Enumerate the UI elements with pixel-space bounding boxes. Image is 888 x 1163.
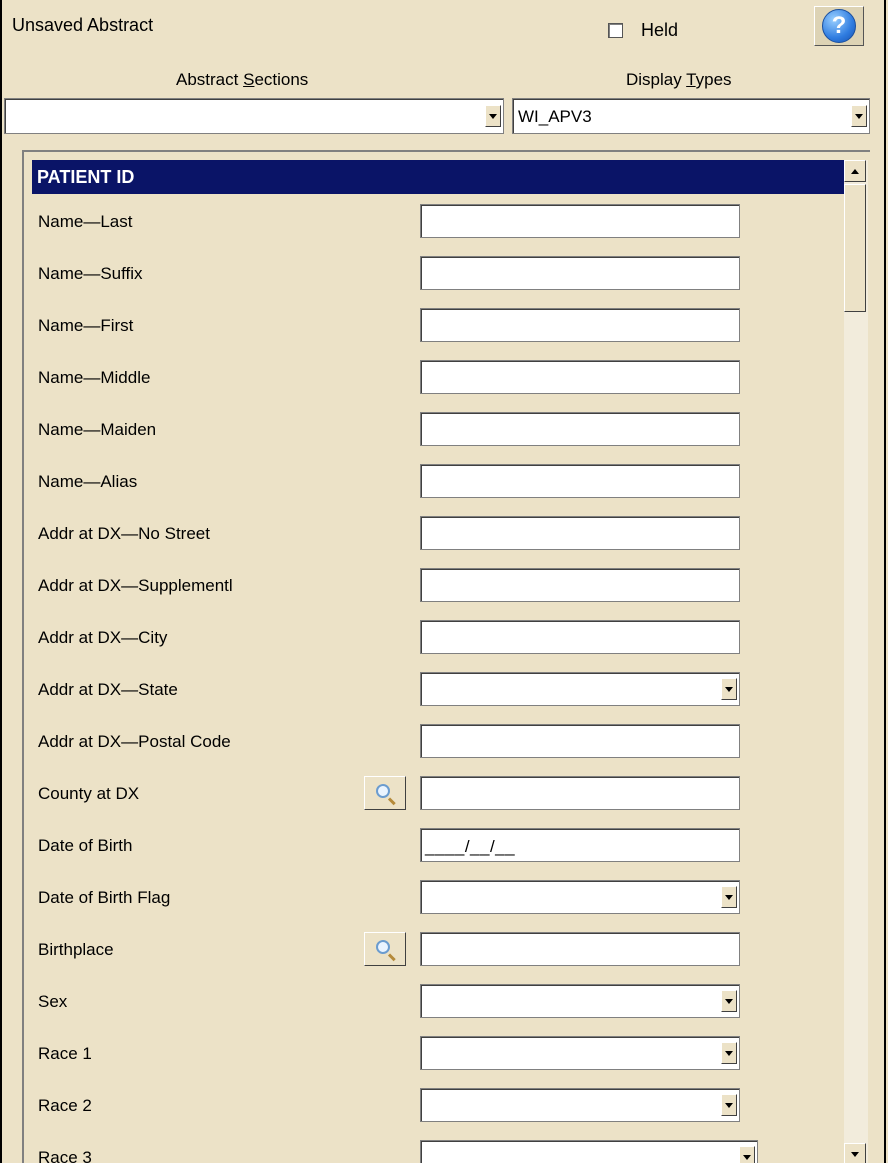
- lookup-button[interactable]: [364, 776, 406, 810]
- display-types-label: Display Types: [626, 70, 732, 89]
- field-row-race-1: Race 1: [24, 1028, 844, 1080]
- field-label: Name—Last: [38, 212, 133, 231]
- scroll-up-button[interactable]: [844, 160, 866, 182]
- race-3-select[interactable]: [420, 1140, 758, 1163]
- magnifier-icon: [376, 940, 390, 954]
- field-label: Date of Birth: [38, 836, 133, 855]
- name-last-input[interactable]: [420, 204, 740, 238]
- field-row-name-suffix: Name—Suffix: [24, 248, 844, 300]
- abstract-sections-label: Abstract Sections: [176, 70, 309, 89]
- abstract-panel: PATIENT ID Name—Last Name—Suffix Name—Firs…: [22, 150, 870, 1163]
- sex-select[interactable]: [420, 984, 740, 1018]
- field-row-addr-at-dx-postal-code: Addr at DX—Postal Code: [24, 716, 844, 768]
- field-row-addr-at-dx-state: Addr at DX—State: [24, 664, 844, 716]
- section-header: PATIENT ID: [32, 160, 844, 194]
- held-checkbox-box[interactable]: [608, 23, 623, 38]
- name-middle-input[interactable]: [420, 360, 740, 394]
- addr-at-dx-no-street-input[interactable]: [420, 516, 740, 550]
- field-label: Addr at DX—City: [38, 628, 168, 647]
- addr-at-dx-city-input[interactable]: [420, 620, 740, 654]
- chevron-down-icon[interactable]: [485, 105, 501, 127]
- field-row-name-maiden: Name—Maiden: [24, 404, 844, 456]
- field-row-birthplace: Birthplace: [24, 924, 844, 976]
- field-label: Date of Birth Flag: [38, 888, 171, 907]
- field-label: Race 3: [38, 1148, 92, 1163]
- field-row-name-first: Name—First: [24, 300, 844, 352]
- scroll-thumb[interactable]: [844, 184, 866, 312]
- chevron-down-icon[interactable]: [721, 1094, 737, 1116]
- chevron-down-icon[interactable]: [739, 1146, 755, 1163]
- field-row-name-last: Name—Last: [24, 196, 844, 248]
- held-label: Held: [641, 20, 679, 40]
- field-label: Addr at DX—Supplementl: [38, 576, 233, 595]
- chevron-down-icon[interactable]: [721, 990, 737, 1012]
- birthplace-input[interactable]: [420, 932, 740, 966]
- field-row-race-2: Race 2: [24, 1080, 844, 1132]
- field-label: Name—Alias: [38, 472, 138, 491]
- chevron-down-icon[interactable]: [721, 678, 737, 700]
- date-of-birth-flag-select[interactable]: [420, 880, 740, 914]
- window-frame: Unsaved Abstract Held ? Abstract Section…: [0, 0, 886, 1163]
- field-row-sex: Sex: [24, 976, 844, 1028]
- field-label: Addr at DX—Postal Code: [38, 732, 231, 751]
- field-row-name-middle: Name—Middle: [24, 352, 844, 404]
- field-label: Name—Middle: [38, 368, 151, 387]
- date-of-birth-input[interactable]: ____/__/__: [420, 828, 740, 862]
- county-at-dx-input[interactable]: [420, 776, 740, 810]
- field-row-date-of-birth-flag: Date of Birth Flag: [24, 872, 844, 924]
- chevron-down-icon[interactable]: [851, 105, 867, 127]
- field-label: Name—First: [38, 316, 134, 335]
- field-label: Addr at DX—No Street: [38, 524, 210, 543]
- help-button[interactable]: ?: [814, 6, 864, 46]
- field-label: Birthplace: [38, 940, 114, 959]
- field-row-county-at-dx: County at DX: [24, 768, 844, 820]
- field-row-date-of-birth: Date of Birth ____/__/__: [24, 820, 844, 872]
- field-label: County at DX: [38, 784, 140, 803]
- chevron-down-icon[interactable]: [721, 1042, 737, 1064]
- addr-at-dx-supplementl-input[interactable]: [420, 568, 740, 602]
- field-label: Name—Suffix: [38, 264, 143, 283]
- field-label: Sex: [38, 992, 68, 1011]
- abstract-sections-select[interactable]: [4, 98, 504, 134]
- field-label: Addr at DX—State: [38, 680, 178, 699]
- name-first-input[interactable]: [420, 308, 740, 342]
- field-value: ____/__/__: [425, 837, 516, 856]
- held-checkbox[interactable]: Held: [608, 20, 678, 41]
- name-maiden-input[interactable]: [420, 412, 740, 446]
- field-label: Name—Maiden: [38, 420, 157, 439]
- addr-at-dx-postal-code-input[interactable]: [420, 724, 740, 758]
- scroll-down-button[interactable]: [844, 1143, 866, 1163]
- race-2-select[interactable]: [420, 1088, 740, 1122]
- field-row-addr-at-dx-supplementl: Addr at DX—Supplementl: [24, 560, 844, 612]
- display-types-value: WI_APV3: [518, 107, 592, 126]
- chevron-down-icon[interactable]: [721, 886, 737, 908]
- lookup-button[interactable]: [364, 932, 406, 966]
- field-row-race-3: Race 3: [24, 1132, 844, 1163]
- display-types-select[interactable]: WI_APV3: [512, 98, 870, 134]
- name-alias-input[interactable]: [420, 464, 740, 498]
- magnifier-icon: [376, 784, 390, 798]
- field-row-addr-at-dx-no-street: Addr at DX—No Street: [24, 508, 844, 560]
- field-row-addr-at-dx-city: Addr at DX—City: [24, 612, 844, 664]
- race-1-select[interactable]: [420, 1036, 740, 1070]
- field-row-name-alias: Name—Alias: [24, 456, 844, 508]
- name-suffix-input[interactable]: [420, 256, 740, 290]
- field-label: Race 1: [38, 1044, 92, 1063]
- addr-at-dx-state-select[interactable]: [420, 672, 740, 706]
- vertical-scrollbar[interactable]: [844, 160, 868, 1163]
- help-icon: ?: [822, 9, 856, 43]
- window-title: Unsaved Abstract: [12, 15, 154, 35]
- field-label: Race 2: [38, 1096, 92, 1115]
